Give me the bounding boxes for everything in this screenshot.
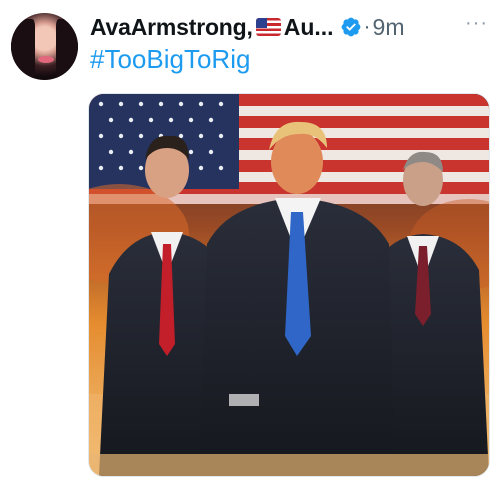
display-name-rest[interactable]: Au <box>284 14 315 41</box>
verified-badge-icon <box>341 17 360 37</box>
post-image-artwork <box>89 94 489 476</box>
post-image[interactable] <box>88 93 490 477</box>
separator-dot: · <box>363 15 371 38</box>
name-ellipsis: ... <box>314 13 334 40</box>
timestamp[interactable]: 9m <box>373 14 405 41</box>
tweet-header: AvaArmstrong, Au ... · 9m <box>90 12 488 42</box>
tweet[interactable]: AvaArmstrong, Au ... · 9m ··· #TooBigToR… <box>0 0 500 477</box>
display-name[interactable]: AvaArmstrong, <box>90 14 253 41</box>
avatar[interactable] <box>11 13 78 80</box>
more-options-icon[interactable]: ··· <box>465 13 488 33</box>
us-flag-icon <box>255 18 281 36</box>
hashtag-link[interactable]: #TooBigToRig <box>90 44 250 75</box>
